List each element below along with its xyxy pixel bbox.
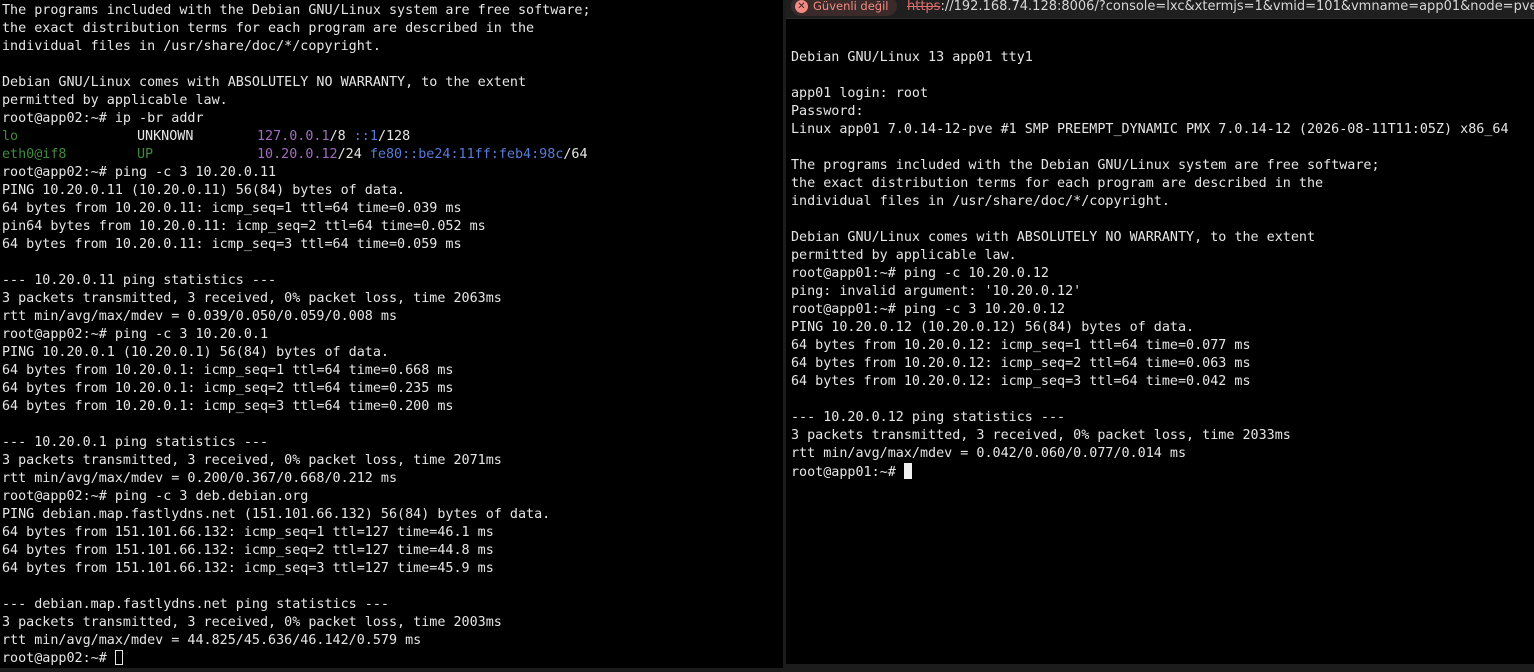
iface-name: eth0@if8 — [2, 147, 67, 162]
iface-state: UP — [137, 147, 154, 162]
url-text[interactable]: https://192.168.74.128:8006/?console=lxc… — [907, 0, 1534, 14]
terminal-line: 64 bytes from 10.20.0.12: icmp_seq=3 ttl… — [791, 374, 1251, 389]
shell-prompt: root@app02:~# — [2, 651, 115, 666]
terminal-line: root@app02:~# ping -c 3 10.20.0.1 — [2, 327, 269, 342]
terminal-line: 3 packets transmitted, 3 received, 0% pa… — [2, 453, 502, 468]
terminal-line: PING 10.20.0.12 (10.20.0.12) 56(84) byte… — [791, 320, 1195, 335]
terminal-line: 64 bytes from 10.20.0.11: icmp_seq=1 ttl… — [2, 201, 462, 216]
terminal-line: --- 10.20.0.1 ping statistics --- — [2, 435, 269, 450]
terminal-line: root@app01:~# ping -c 3 10.20.0.12 — [791, 302, 1066, 317]
terminal-line: 64 bytes from 10.20.0.12: icmp_seq=2 ttl… — [791, 356, 1251, 371]
iface-name: lo — [2, 129, 19, 144]
terminal-line: Password: — [791, 104, 864, 119]
terminal-line: --- 10.20.0.11 ping statistics --- — [2, 273, 277, 288]
terminal-line: 3 packets transmitted, 3 received, 0% pa… — [2, 615, 502, 630]
terminal-line: root@app02:~# ping -c 3 10.20.0.11 — [2, 165, 277, 180]
terminal-line: 64 bytes from 10.20.0.11: icmp_seq=3 ttl… — [2, 237, 462, 252]
iface-ipv6: ::1 — [353, 129, 378, 144]
terminal-line: Debian GNU/Linux comes with ABSOLUTELY N… — [2, 75, 527, 90]
iface-ipv6-mask: /64 — [563, 147, 588, 162]
terminal-line: root@app02:~# ip -br addr — [2, 111, 204, 126]
terminal-output: Debian GNU/Linux 13 app01 tty1 app01 log… — [786, 20, 1534, 481]
terminal-line: --- debian.map.fastlydns.net ping statis… — [2, 597, 389, 612]
security-indicator[interactable]: ✕ Güvenli değil — [791, 0, 898, 16]
terminal-line: pin64 bytes from 10.20.0.11: icmp_seq=2 … — [2, 219, 486, 234]
ip-row-lo: lo UNKNOWN 127.0.0.1/8 ::1/128 — [2, 128, 783, 146]
terminal-line: PING 10.20.0.11 (10.20.0.11) 56(84) byte… — [2, 183, 406, 198]
iface-state: UNKNOWN — [137, 129, 194, 144]
iface-ipv4: 10.20.0.12 — [257, 147, 338, 162]
terminal-line: the exact distribution terms for each pr… — [2, 21, 535, 36]
terminal-line: rtt min/avg/max/mdev = 0.042/0.060/0.077… — [791, 446, 1187, 461]
terminal-line: 64 bytes from 10.20.0.12: icmp_seq=1 ttl… — [791, 338, 1251, 353]
terminal-line: 3 packets transmitted, 3 received, 0% pa… — [791, 428, 1291, 443]
terminal-line: --- 10.20.0.12 ping statistics --- — [791, 410, 1066, 425]
terminal-line: Debian GNU/Linux 13 app01 tty1 — [791, 50, 1033, 65]
terminal-line: The programs included with the Debian GN… — [2, 3, 591, 18]
text-cursor — [903, 463, 912, 479]
ip-row-eth0: eth0@if8 UP 10.20.0.12/24 fe80::be24:11ff:… — [2, 146, 783, 164]
terminal-line: the exact distribution terms for each pr… — [791, 176, 1324, 191]
browser-window: ✕ Güvenli değil https://192.168.74.128:8… — [786, 0, 1534, 672]
terminal-line: PING 10.20.0.1 (10.20.0.1) 56(84) bytes … — [2, 345, 389, 360]
terminal-line: The programs included with the Debian GN… — [791, 158, 1380, 173]
terminal-line: app01 login: root — [791, 86, 929, 101]
terminal-app01[interactable]: Debian GNU/Linux 13 app01 tty1 app01 log… — [786, 20, 1534, 672]
window-bottom-edge — [786, 664, 1534, 672]
terminal-prompt-line[interactable]: root@app01:~# — [791, 463, 1534, 481]
window-bottom-edge — [0, 668, 783, 672]
shell-prompt: root@app01:~# — [791, 465, 904, 480]
terminal-line: 64 bytes from 151.101.66.132: icmp_seq=3… — [2, 561, 494, 576]
terminal-line: 64 bytes from 10.20.0.1: icmp_seq=3 ttl=… — [2, 399, 454, 414]
iface-ipv6-mask: /128 — [377, 129, 411, 144]
terminal-line: individual files in /usr/share/doc/*/cop… — [791, 194, 1170, 209]
warning-circle-icon: ✕ — [795, 0, 808, 13]
terminal-line: 64 bytes from 10.20.0.1: icmp_seq=1 ttl=… — [2, 363, 454, 378]
terminal-line: PING debian.map.fastlydns.net (151.101.6… — [2, 507, 551, 522]
terminal-output: The programs included with the Debian GN… — [0, 0, 783, 668]
terminal-line: 64 bytes from 151.101.66.132: icmp_seq=2… — [2, 543, 494, 558]
terminal-line: permitted by applicable law. — [2, 93, 228, 108]
terminal-line: 3 packets transmitted, 3 received, 0% pa… — [2, 291, 502, 306]
terminal-line: rtt min/avg/max/mdev = 44.825/45.636/46.… — [2, 633, 422, 648]
url-rest: ://192.168.74.128:8006/?console=lxc&xter… — [940, 0, 1534, 14]
iface-ipv4-mask: /24 — [337, 147, 362, 162]
terminal-line: permitted by applicable law. — [791, 248, 1017, 263]
terminal-app02[interactable]: The programs included with the Debian GN… — [0, 0, 783, 672]
terminal-prompt-line[interactable]: root@app02:~# — [2, 650, 783, 668]
iface-ipv4-mask: /8 — [329, 129, 346, 144]
iface-ipv4: 127.0.0.1 — [257, 129, 330, 144]
text-cursor — [114, 650, 123, 665]
url-scheme: https — [907, 0, 941, 14]
terminal-line: Linux app01 7.0.14-12-pve #1 SMP PREEMPT… — [791, 122, 1509, 137]
terminal-line: individual files in /usr/share/doc/*/cop… — [2, 39, 381, 54]
terminal-line: rtt min/avg/max/mdev = 0.039/0.050/0.059… — [2, 309, 398, 324]
terminal-line: 64 bytes from 151.101.66.132: icmp_seq=1… — [2, 525, 494, 540]
terminal-line: root@app01:~# ping -c 10.20.0.12 — [791, 266, 1049, 281]
address-bar[interactable]: ✕ Güvenli değil https://192.168.74.128:8… — [786, 0, 1534, 19]
terminal-line: ping: invalid argument: '10.20.0.12' — [791, 284, 1082, 299]
terminal-line: 64 bytes from 10.20.0.1: icmp_seq=2 ttl=… — [2, 381, 454, 396]
terminal-line: rtt min/avg/max/mdev = 0.200/0.367/0.668… — [2, 471, 398, 486]
iface-ipv6: fe80::be24:11ff:feb4:98c — [369, 147, 564, 162]
security-label: Güvenli değil — [813, 0, 889, 13]
terminal-line: Debian GNU/Linux comes with ABSOLUTELY N… — [791, 230, 1316, 245]
terminal-line: root@app02:~# ping -c 3 deb.debian.org — [2, 489, 309, 504]
